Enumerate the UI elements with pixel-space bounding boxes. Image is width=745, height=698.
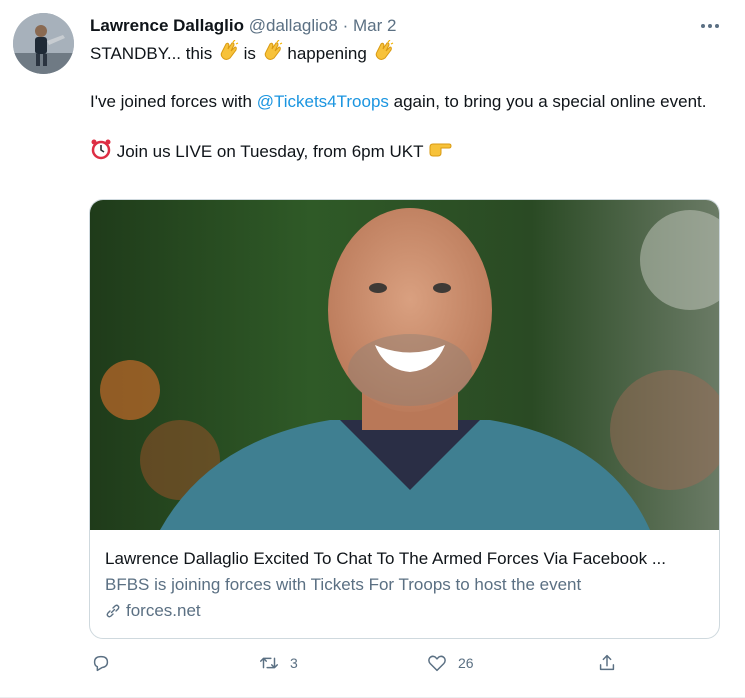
card-domain: forces.net — [105, 598, 705, 624]
tweet-text-part: Join us LIVE on Tuesday, from 6pm UKT — [112, 142, 428, 161]
tweet-text-part: happening — [282, 44, 372, 63]
reply-icon — [93, 655, 109, 672]
retweet-button[interactable]: 3 — [258, 652, 298, 674]
mention-link[interactable]: @Tickets4Troops — [257, 92, 389, 111]
tweet-text-part: is — [238, 44, 261, 63]
like-button[interactable]: 26 — [426, 652, 474, 674]
card-image[interactable] — [90, 200, 719, 530]
clapping-hands-icon — [264, 40, 282, 60]
tweet-text-part: again, to bring you a special online eve… — [388, 92, 707, 111]
retweet-count: 3 — [290, 655, 298, 671]
like-icon — [428, 655, 446, 672]
retweet-icon — [260, 657, 278, 669]
card-description: BFBS is joining forces with Tickets For … — [105, 575, 582, 594]
tweet-text-part: I've joined forces with — [90, 92, 257, 111]
link-icon — [106, 604, 120, 618]
author-handle[interactable]: @dallaglio8 — [249, 16, 338, 35]
tweet-date[interactable]: Mar 2 — [353, 16, 396, 35]
tweet-line-2: I've joined forces with @Tickets4Troops … — [90, 90, 720, 114]
more-button[interactable] — [694, 14, 726, 38]
separator: · — [342, 16, 349, 35]
clapping-hands-icon — [220, 40, 239, 60]
tweet-header: Lawrence Dallaglio @dallaglio8 · Mar 2 — [90, 16, 396, 36]
tweet-line-1: STANDBY... this is happening — [90, 40, 720, 66]
avatar-photo — [13, 13, 74, 74]
card-photo — [90, 200, 719, 530]
action-bar: 3 26 — [90, 652, 730, 682]
pointing-right-icon — [429, 143, 452, 157]
share-button[interactable] — [596, 652, 618, 674]
card-title[interactable]: Lawrence Dallaglio Excited To Chat To Th… — [105, 546, 705, 572]
avatar[interactable] — [13, 13, 74, 74]
clapping-hands-icon — [375, 40, 393, 60]
card-domain-text: forces.net — [126, 601, 201, 620]
author-name[interactable]: Lawrence Dallaglio — [90, 16, 244, 35]
alarm-clock-icon — [91, 139, 111, 160]
tweet[interactable]: Lawrence Dallaglio @dallaglio8 · Mar 2 S… — [0, 0, 745, 698]
more-icon — [701, 24, 719, 28]
card-body: Lawrence Dallaglio Excited To Chat To Th… — [105, 546, 705, 624]
share-icon — [599, 654, 615, 671]
link-card[interactable]: Lawrence Dallaglio Excited To Chat To Th… — [89, 199, 720, 639]
tweet-text-part: STANDBY... this — [90, 44, 217, 63]
like-count: 26 — [458, 655, 474, 671]
reply-button[interactable] — [90, 652, 122, 674]
tweet-text: STANDBY... this is happening I've joined… — [90, 40, 720, 164]
tweet-line-3: Join us LIVE on Tuesday, from 6pm UKT — [90, 138, 720, 164]
